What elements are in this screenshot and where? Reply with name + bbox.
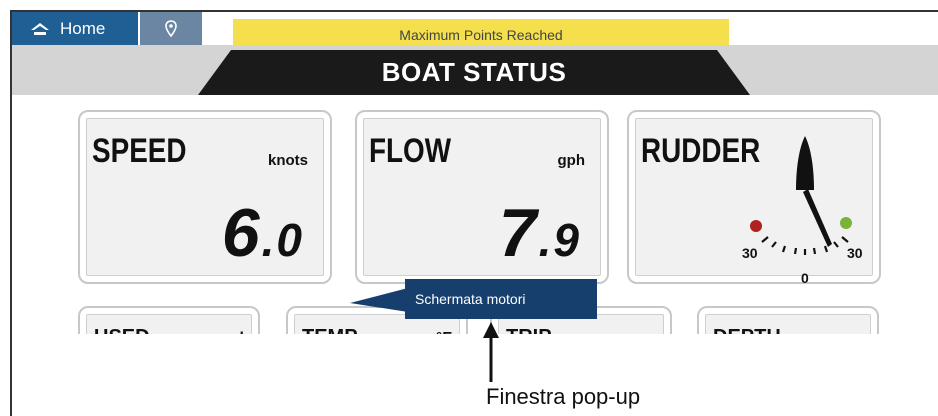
rudder-scale-center: 0 xyxy=(801,270,809,286)
speed-value: 6.0 xyxy=(222,194,304,272)
speed-unit: knots xyxy=(267,152,308,169)
flow-title: FLOW xyxy=(369,132,452,170)
flow-value: 7.9 xyxy=(499,194,581,272)
cropped-area xyxy=(12,334,938,416)
page-title: BOAT STATUS xyxy=(198,50,750,95)
rudder-needle xyxy=(803,189,832,247)
alert-banner: Maximum Points Reached xyxy=(233,19,729,45)
flow-tile[interactable]: FLOW gph 7.9 xyxy=(355,110,609,284)
rudder-tile[interactable]: RUDDER 30 0 30 xyxy=(627,110,881,286)
callout-caption: Finestra pop-up xyxy=(486,384,641,409)
flow-value-dec: .9 xyxy=(538,214,581,266)
callout-arrow-icon xyxy=(483,322,499,382)
speed-value-int: 6 xyxy=(221,195,262,271)
rudder-scale-right: 30 xyxy=(847,245,863,261)
top-bar: Home Maximum Points Reached xyxy=(12,12,938,45)
device-screen: Home Maximum Points Reached BOAT STATUS … xyxy=(10,10,938,416)
port-marker xyxy=(750,220,762,232)
engine-screen-popup[interactable]: Schermata motori xyxy=(405,279,597,319)
rudder-scale-left: 30 xyxy=(742,245,758,261)
location-pin-icon xyxy=(165,19,177,37)
speed-title: SPEED xyxy=(92,132,187,170)
speed-value-dec: .0 xyxy=(261,214,304,266)
rudder-scale-ticks xyxy=(761,236,849,255)
flow-unit: gph xyxy=(557,152,586,169)
home-label: Home xyxy=(60,18,106,38)
rudder-gauge: 30 0 30 xyxy=(742,136,863,286)
home-icon xyxy=(31,22,49,35)
flow-value-int: 7 xyxy=(498,195,539,271)
home-button[interactable]: Home xyxy=(12,12,138,45)
speed-tile[interactable]: SPEED knots 6.0 xyxy=(78,110,332,284)
location-button[interactable] xyxy=(140,12,202,45)
boat-hull-icon xyxy=(796,136,814,190)
starboard-marker xyxy=(840,217,852,229)
